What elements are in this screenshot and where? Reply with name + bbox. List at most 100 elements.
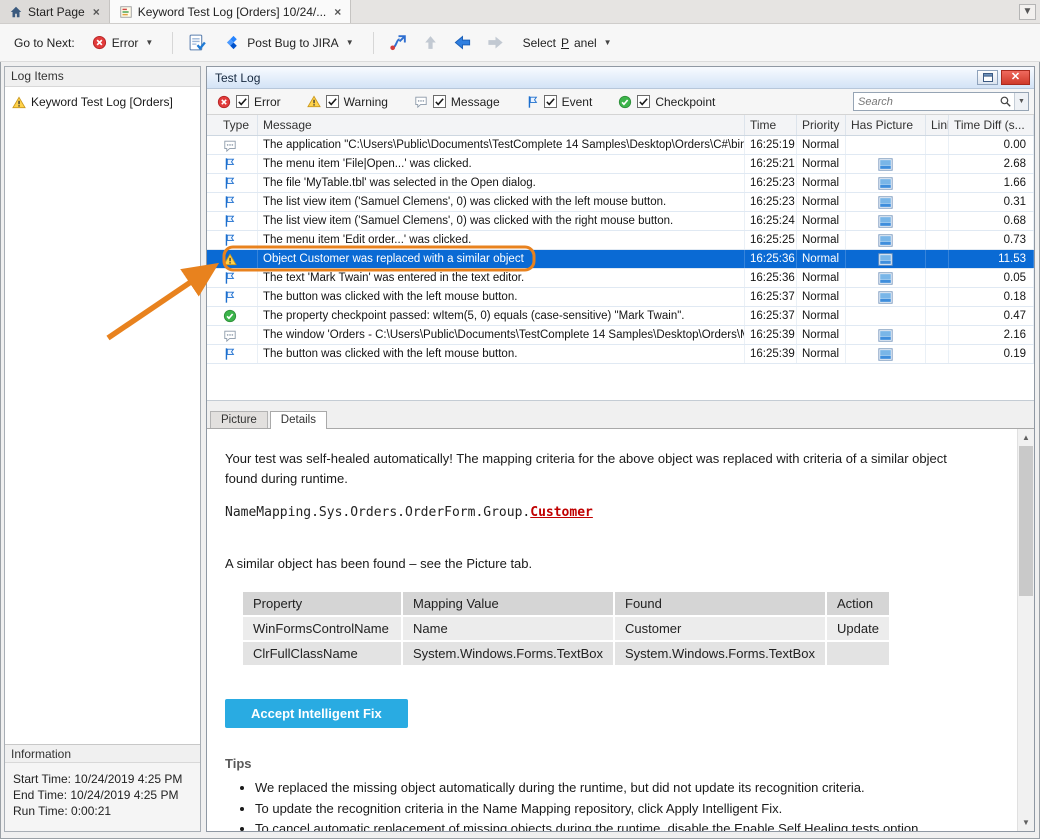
log-row-7[interactable]: Object Customer was replaced with a simi… — [207, 250, 1034, 269]
log-items-tree: Keyword Test Log [Orders] — [5, 87, 200, 744]
scroll-down-icon[interactable]: ▼ — [1018, 814, 1034, 831]
filter-bar: Error Warning Message Event Checkpoint ▼ — [207, 89, 1034, 115]
event-icon — [207, 174, 258, 192]
go-to-next-error-button[interactable]: Error ▼ — [85, 31, 161, 54]
column-header-pri[interactable]: Priority — [797, 115, 846, 135]
tab-details[interactable]: Details — [270, 411, 327, 429]
row-time-diff: 0.31 — [949, 193, 1034, 211]
row-link — [926, 307, 949, 325]
log-row-2[interactable]: The menu item 'File|Open...' was clicked… — [207, 155, 1034, 174]
up-arrow-icon — [422, 34, 439, 51]
log-row-5[interactable]: The list view item ('Samuel Clemens', 0)… — [207, 212, 1034, 231]
select-panel-button[interactable]: Select Panel ▼ — [516, 32, 619, 54]
row-time-diff: 0.73 — [949, 231, 1034, 249]
row-message: The button was clicked with the left mou… — [258, 288, 745, 306]
checkpoint-icon — [207, 307, 258, 325]
tab-keyword-test-log[interactable]: Keyword Test Log [Orders] 10/24/... × — [110, 0, 352, 23]
row-link — [926, 269, 949, 287]
back-button[interactable] — [450, 30, 475, 55]
row-time: 16:25:19 — [745, 136, 797, 154]
chevron-down-icon: ▼ — [346, 38, 354, 47]
mapping-cell: System.Windows.Forms.TextBox — [403, 642, 613, 665]
scrollbar-thumb[interactable] — [1019, 446, 1033, 596]
log-row-1[interactable]: The application "C:\Users\Public\Documen… — [207, 136, 1034, 155]
column-header-diff[interactable]: Time Diff (s... — [949, 115, 1034, 135]
tree-item-keyword-test-log[interactable]: Keyword Test Log [Orders] — [9, 93, 196, 111]
row-has-picture — [846, 193, 926, 211]
details-scrollbar[interactable]: ▲ ▼ — [1017, 429, 1034, 831]
log-row-10[interactable]: The property checkpoint passed: wItem(5,… — [207, 307, 1034, 326]
column-header-type[interactable]: Type — [207, 115, 258, 135]
row-time: 16:25:37 — [745, 288, 797, 306]
filter-checkpoint[interactable]: Checkpoint — [618, 95, 715, 109]
filter-event[interactable]: Event — [526, 95, 593, 109]
message-icon — [207, 326, 258, 344]
test-report-button[interactable] — [185, 30, 210, 55]
filter-checkbox-warning[interactable] — [326, 95, 339, 108]
forward-button[interactable] — [483, 30, 508, 55]
post-bug-to-jira-button[interactable]: Post Bug to JIRA ▼ — [218, 30, 360, 55]
code-prefix: NameMapping.Sys.Orders.OrderForm.Group. — [225, 505, 530, 520]
filter-checkbox-message[interactable] — [433, 95, 446, 108]
tab-list-dropdown[interactable]: ▼ — [1019, 4, 1036, 20]
accept-intelligent-fix-button[interactable]: Accept Intelligent Fix — [225, 699, 408, 728]
log-row-9[interactable]: The button was clicked with the left mou… — [207, 288, 1034, 307]
close-tab-icon[interactable]: × — [334, 5, 341, 19]
column-header-pic[interactable]: Has Picture — [846, 115, 926, 135]
row-link — [926, 212, 949, 230]
column-header-time[interactable]: Time — [745, 115, 797, 135]
log-items-header: Log Items — [5, 67, 200, 87]
row-time: 16:25:39 — [745, 345, 797, 363]
row-time-diff: 0.68 — [949, 212, 1034, 230]
log-row-11[interactable]: The window 'Orders - C:\Users\Public\Doc… — [207, 326, 1034, 345]
search-icon — [997, 95, 1014, 108]
mapping-cell: System.Windows.Forms.TextBox — [615, 642, 825, 665]
filter-warning[interactable]: Warning — [307, 95, 388, 109]
log-row-8[interactable]: The text 'Mark Twain' was entered in the… — [207, 269, 1034, 288]
filter-checkbox-checkpoint[interactable] — [637, 95, 650, 108]
back-arrow-icon — [453, 33, 472, 52]
warning-icon — [12, 96, 26, 109]
log-row-3[interactable]: The file 'MyTable.tbl' was selected in t… — [207, 174, 1034, 193]
row-message: The list view item ('Samuel Clemens', 0)… — [258, 193, 745, 211]
row-time: 16:25:36 — [745, 269, 797, 287]
row-message: The button was clicked with the left mou… — [258, 345, 745, 363]
row-priority: Normal — [797, 212, 846, 230]
toolbar-separator — [172, 32, 173, 54]
log-items-panel: Log Items Keyword Test Log [Orders] Info… — [4, 66, 201, 832]
testcomplete-window: { "window": { "tabs": [ { "label": "Star… — [0, 0, 1040, 839]
tab-start-page[interactable]: Start Page × — [0, 0, 110, 23]
filter-checkbox-event[interactable] — [544, 95, 557, 108]
tab-picture[interactable]: Picture — [210, 411, 268, 428]
log-row-4[interactable]: The list view item ('Samuel Clemens', 0)… — [207, 193, 1034, 212]
search-input[interactable] — [854, 94, 997, 109]
horizontal-splitter[interactable] — [207, 401, 1034, 409]
up-one-level-button[interactable] — [419, 31, 442, 54]
row-message: The list view item ('Samuel Clemens', 0)… — [258, 212, 745, 230]
tip-item: To update the recognition criteria in th… — [255, 800, 977, 819]
log-row-6[interactable]: The menu item 'Edit order...' was clicke… — [207, 231, 1034, 250]
event-icon — [207, 231, 258, 249]
close-panel-button[interactable]: ✕ — [1001, 70, 1030, 85]
column-header-link[interactable]: Link — [926, 115, 949, 135]
filter-message[interactable]: Message — [414, 95, 500, 109]
information-header: Information — [5, 744, 200, 763]
row-has-picture — [846, 174, 926, 192]
filter-error[interactable]: Error — [217, 95, 281, 109]
row-time: 16:25:36 — [745, 250, 797, 268]
search-dropdown-icon[interactable]: ▼ — [1014, 93, 1028, 110]
column-header-msg[interactable]: Message — [258, 115, 745, 135]
row-link — [926, 174, 949, 192]
float-panel-button[interactable] — [977, 70, 998, 85]
filter-checkbox-error[interactable] — [236, 95, 249, 108]
log-row-12[interactable]: The button was clicked with the left mou… — [207, 345, 1034, 364]
jump-to-source-button[interactable] — [386, 30, 411, 55]
scroll-up-icon[interactable]: ▲ — [1018, 429, 1034, 446]
row-priority: Normal — [797, 136, 846, 154]
filter-label: Error — [254, 95, 281, 109]
row-time-diff: 11.53 — [949, 250, 1034, 268]
main-toolbar: Go to Next: Error ▼ Post Bug to JIRA ▼ S… — [0, 24, 1040, 62]
mapping-table: PropertyMapping ValueFoundActionWinForms… — [241, 590, 891, 667]
close-tab-icon[interactable]: × — [93, 5, 100, 19]
details-tab-bar: Picture Details — [207, 409, 1034, 429]
